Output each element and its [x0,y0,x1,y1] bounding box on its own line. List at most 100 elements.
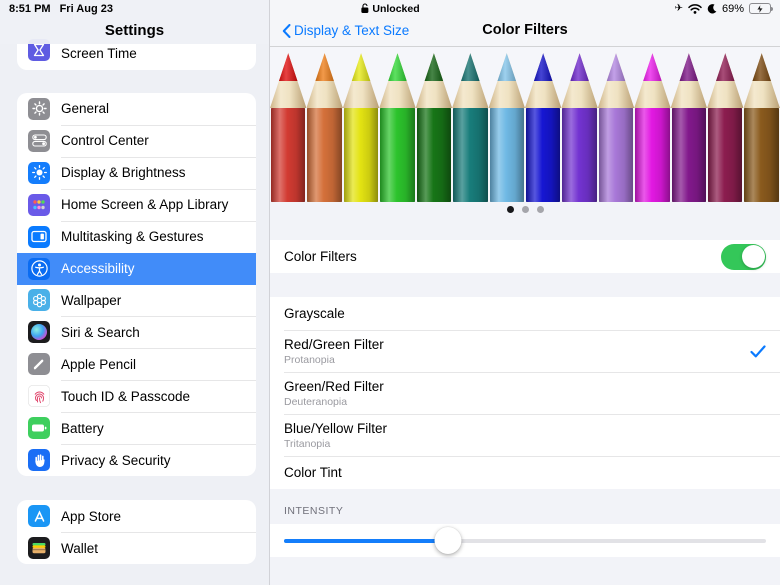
sidebar-item-label: Wallet [61,541,98,556]
sidebar-item-touch-id-passcode[interactable]: Touch ID & Passcode [17,380,256,412]
page-dot-1[interactable] [507,206,514,213]
multitasking-icon [28,226,50,248]
sidebar-item-label: Control Center [61,133,149,148]
sidebar-item-label: Touch ID & Passcode [61,389,190,404]
color-filters-pane: Display & Text Size Color Filters Color … [270,0,780,585]
home-screen-grid-icon [28,194,50,216]
sidebar-item-display-brightness[interactable]: Display & Brightness [17,157,256,189]
sidebar-group-main: General Control Center Display & Brightnes… [17,93,256,476]
filter-option-subtitle: Protanopia [284,354,750,366]
status-time-date: 8:51 PM Fri Aug 23 [9,3,113,15]
battery-icon [28,417,50,439]
sidebar-item-label: Wallpaper [61,293,121,308]
checkmark-icon [750,345,766,358]
color-filters-toggle-row: Color Filters [270,240,780,273]
filter-option-label: Color Tint [284,465,766,480]
page-dot-2[interactable] [522,206,529,213]
filter-option-subtitle: Tritanopia [284,438,766,450]
pencil-illustration [743,53,779,202]
fingerprint-icon [28,385,50,407]
sidebar-item-privacy-security[interactable]: Privacy & Security [17,444,256,476]
wallet-icon [28,537,50,559]
intensity-slider-row [270,524,780,557]
wallpaper-flower-icon [28,289,50,311]
filter-option-label: Red/Green Filter [284,337,750,352]
settings-sidebar: Settings Screen Time General Control Cent… [0,0,270,585]
sidebar-item-multitasking-gestures[interactable]: Multitasking & Gestures [17,221,256,253]
color-filters-toggle[interactable] [721,244,766,270]
sidebar-item-label: Multitasking & Gestures [61,229,204,244]
sidebar-item-wallpaper[interactable]: Wallpaper [17,285,256,317]
filter-option-label: Blue/Yellow Filter [284,421,766,436]
sidebar-item-general[interactable]: General [17,93,256,125]
sidebar-group-apps: App Store Wallet [17,500,256,564]
pencil-illustration [452,53,488,202]
status-bar: 8:51 PM Fri Aug 23 Unlocked ✈ 69% [0,0,780,17]
filter-option-green-red-filter[interactable]: Green/Red Filter Deuteranopia [270,372,780,414]
slider-thumb[interactable] [434,527,461,554]
intensity-slider[interactable] [284,527,766,554]
toggle-row-label: Color Filters [284,249,357,264]
filter-option-color-tint[interactable]: Color Tint [270,456,780,489]
status-icons: ✈ 69% [675,3,771,15]
slider-track-fill [284,539,448,543]
pencil-illustration [270,53,306,202]
app-store-icon [28,505,50,527]
control-center-icon [28,130,50,152]
battery-percent: 69% [722,3,744,15]
page-dot-3[interactable] [537,206,544,213]
intensity-section-label: INTENSITY [284,505,343,517]
airplane-icon: ✈ [675,4,683,14]
sidebar-item-label: General [61,101,109,116]
sidebar-item-siri-search[interactable]: Siri & Search [17,316,256,348]
pencil-illustration [306,53,342,202]
sidebar-item-label: Battery [61,421,104,436]
accessibility-icon [28,258,50,280]
pencil-illustration [598,53,634,202]
pencil-illustration [489,53,525,202]
battery-charging-icon [749,3,771,14]
sun-icon [28,162,50,184]
sidebar-item-label: Display & Brightness [61,165,186,180]
unlock-icon [360,3,369,14]
sidebar-item-label: Screen Time [61,46,137,61]
filter-options-list: Grayscale Red/Green Filter Protanopia Green… [270,297,780,489]
filter-option-label: Green/Red Filter [284,379,766,394]
sidebar-item-app-store[interactable]: App Store [17,500,256,532]
siri-icon [28,321,50,343]
moon-icon [707,4,717,14]
filter-option-subtitle: Deuteranopia [284,396,766,408]
pencil-illustration [671,53,707,202]
sidebar-item-accessibility[interactable]: Accessibility [17,253,256,285]
hand-icon [28,449,50,471]
filter-option-grayscale[interactable]: Grayscale [270,297,780,330]
sidebar-item-label: Siri & Search [61,325,140,340]
sidebar-item-label: Apple Pencil [61,357,136,372]
sidebar-item-control-center[interactable]: Control Center [17,125,256,157]
filter-option-red-green-filter[interactable]: Red/Green Filter Protanopia [270,330,780,372]
sidebar-item-apple-pencil[interactable]: Apple Pencil [17,348,256,380]
pencil-illustration [707,53,743,202]
pencil-illustration [561,53,597,202]
pencil-illustration [634,53,670,202]
lock-status-label: Unlocked [372,3,419,15]
sidebar-item-home-screen-app-library[interactable]: Home Screen & App Library [17,189,256,221]
pencil-illustration [379,53,415,202]
pencil-illustration [416,53,452,202]
wifi-icon [688,4,702,14]
page-dots[interactable] [270,202,780,217]
sidebar-title: Settings [105,22,164,39]
sidebar-item-battery[interactable]: Battery [17,412,256,444]
gear-icon [28,98,50,120]
sidebar-item-wallet[interactable]: Wallet [17,532,256,564]
charging-bolt-icon [757,4,764,13]
color-preview-carousel[interactable] [270,47,780,202]
pencil-illustration [525,53,561,202]
sidebar-item-label: Privacy & Security [61,453,171,468]
pencil-illustration [343,53,379,202]
sidebar-item-label: Accessibility [61,261,135,276]
status-date: Fri Aug 23 [60,3,113,15]
pencil-icon [28,353,50,375]
filter-option-blue-yellow-filter[interactable]: Blue/Yellow Filter Tritanopia [270,414,780,456]
sidebar-item-label: Home Screen & App Library [61,197,228,212]
